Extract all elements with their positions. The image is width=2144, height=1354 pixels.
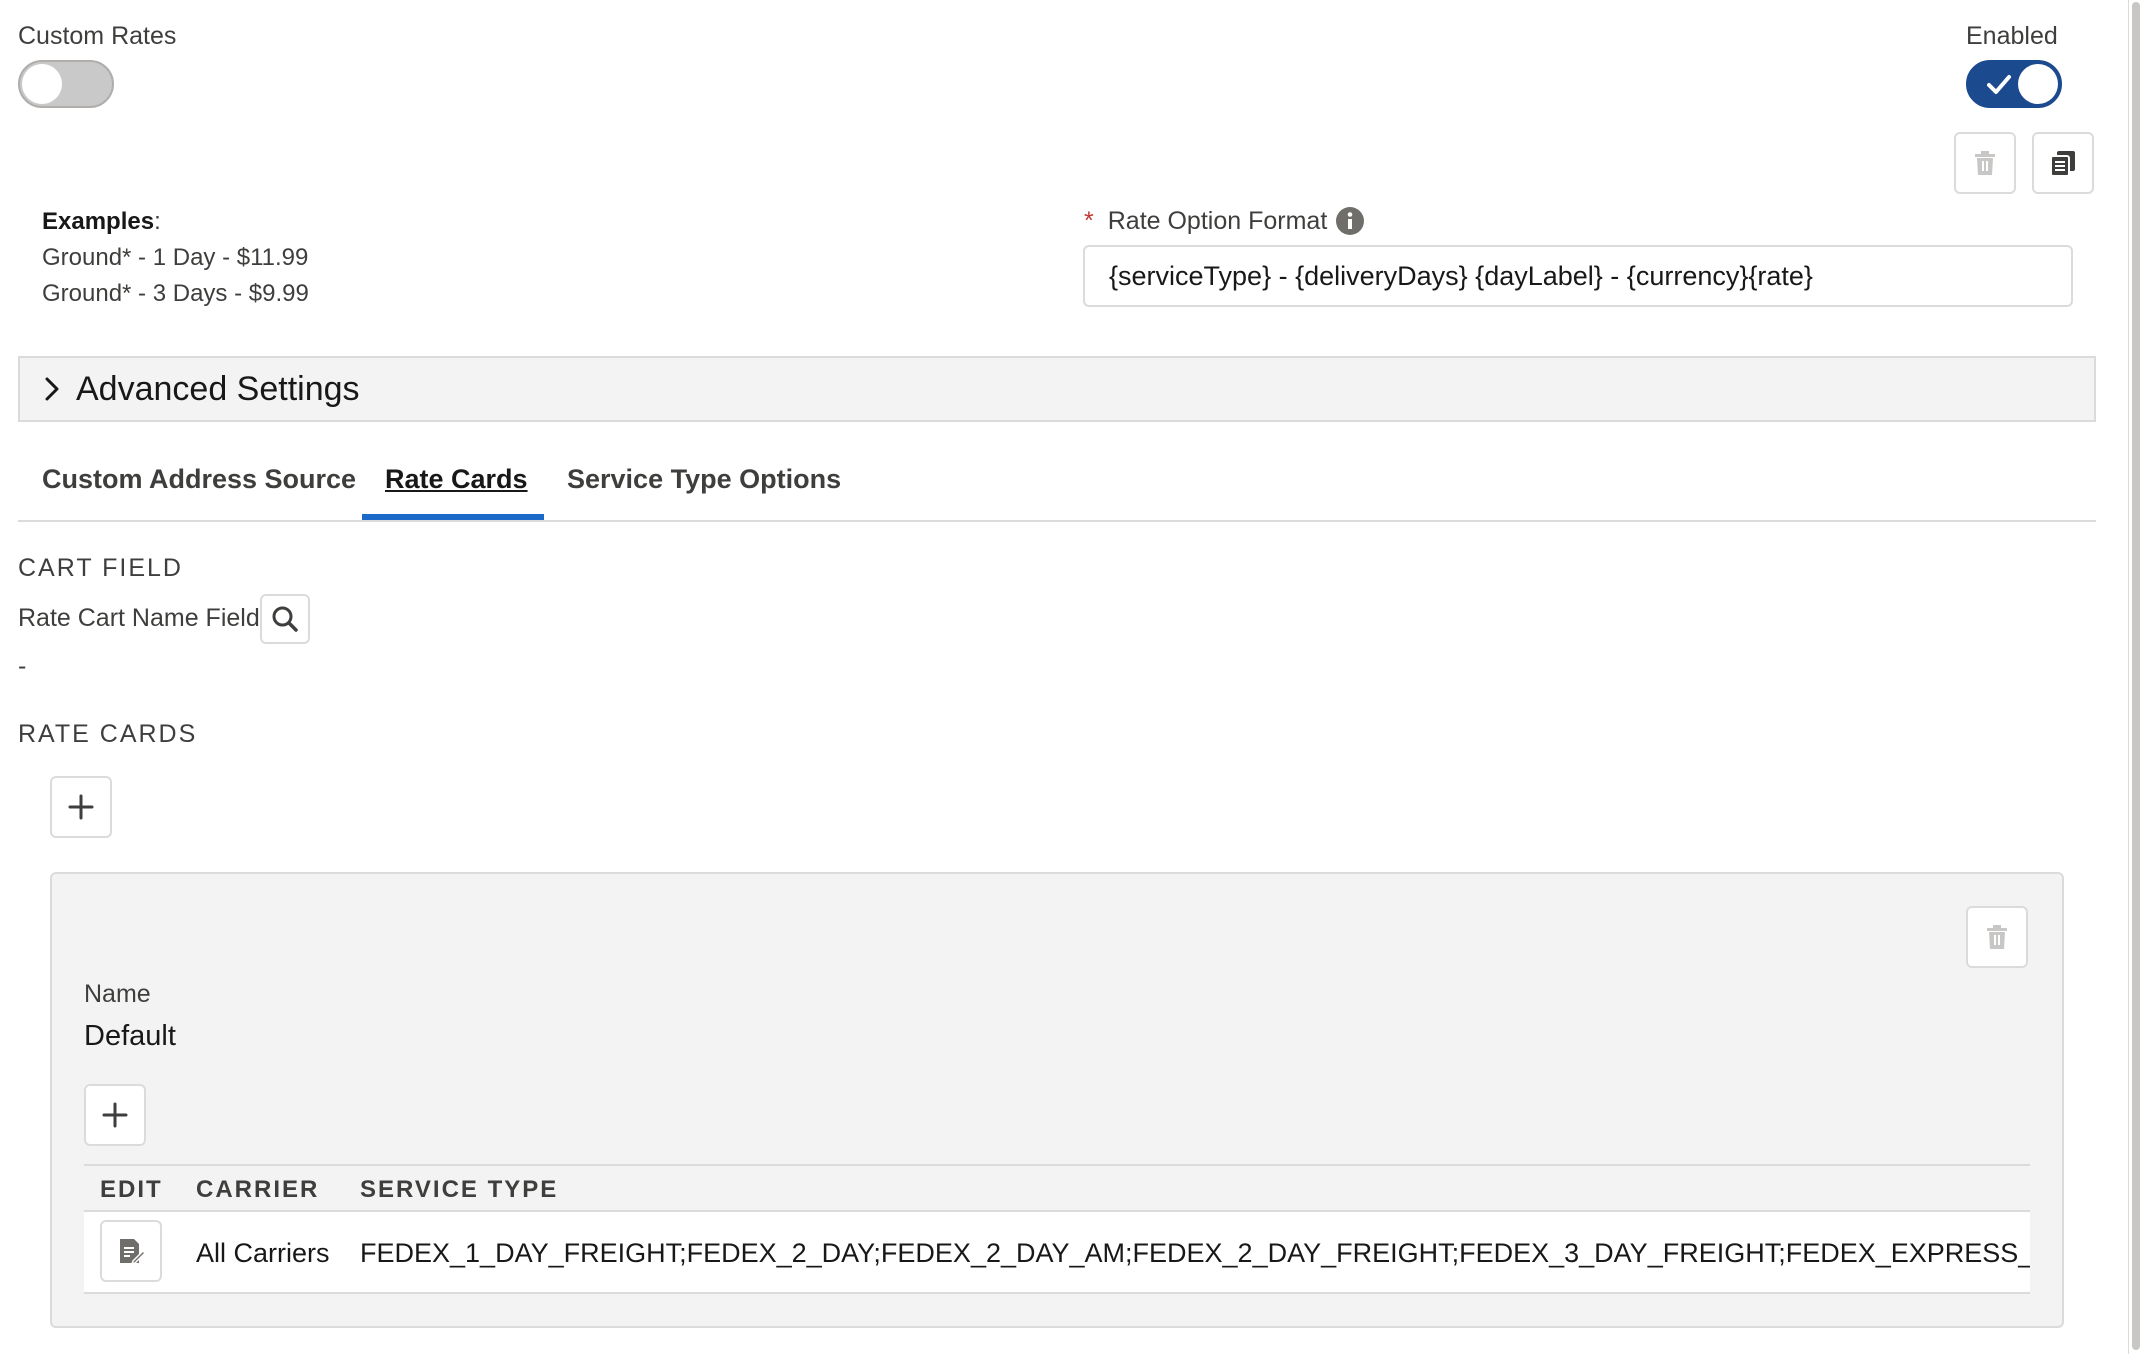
rate-cart-name-field-value: - bbox=[18, 652, 27, 680]
scrollbar-thumb[interactable] bbox=[2132, 2, 2140, 1350]
advanced-settings-accordion[interactable]: Advanced Settings bbox=[18, 356, 2096, 422]
required-marker: * bbox=[1084, 206, 1094, 235]
toggle-knob bbox=[2018, 64, 2058, 104]
plus-icon bbox=[102, 1102, 128, 1128]
delete-rate-card-button[interactable] bbox=[1966, 906, 2028, 968]
delete-button[interactable] bbox=[1954, 132, 2016, 194]
examples-colon: : bbox=[154, 208, 161, 235]
enabled-label: Enabled bbox=[1966, 22, 2058, 50]
enabled-toggle[interactable] bbox=[1966, 60, 2062, 108]
tab-custom-address-source[interactable]: Custom Address Source bbox=[42, 464, 356, 495]
rate-option-format-label-row: * Rate Option Format bbox=[1084, 206, 1365, 236]
examples-block: Examples: Ground* - 1 Day - $11.99 Groun… bbox=[42, 204, 309, 312]
column-header-edit: EDIT bbox=[100, 1176, 163, 1203]
tab-rate-cards[interactable]: Rate Cards bbox=[385, 464, 528, 495]
active-tab-indicator bbox=[362, 514, 544, 520]
copy-icon bbox=[2050, 151, 2075, 177]
tab-bar: Custom Address Source Rate Cards Service… bbox=[18, 450, 2096, 522]
table-row: All Carriers FEDEX_1_DAY_FREIGHT;FEDEX_2… bbox=[84, 1212, 2030, 1294]
rate-table-header: EDIT CARRIER SERVICE TYPE bbox=[84, 1164, 2030, 1212]
trash-icon bbox=[1975, 151, 1995, 175]
column-header-carrier: CARRIER bbox=[196, 1176, 320, 1203]
edit-row-button[interactable] bbox=[100, 1220, 162, 1282]
add-rate-row-button[interactable] bbox=[84, 1084, 146, 1146]
clone-button[interactable] bbox=[2032, 132, 2094, 194]
custom-rates-label: Custom Rates bbox=[18, 22, 177, 50]
rate-card-name-value: Default bbox=[84, 1020, 176, 1052]
cell-service-type: FEDEX_1_DAY_FREIGHT;FEDEX_2_DAY;FEDEX_2_… bbox=[360, 1238, 2030, 1268]
add-rate-card-button[interactable] bbox=[50, 776, 112, 838]
lookup-button[interactable] bbox=[260, 594, 310, 644]
rate-card-name-label: Name bbox=[84, 980, 151, 1008]
rate-cards-section-title: RATE CARDS bbox=[18, 720, 198, 748]
cell-carrier: All Carriers bbox=[196, 1238, 330, 1268]
chevron-right-icon bbox=[45, 377, 59, 401]
custom-rates-toggle[interactable] bbox=[18, 60, 114, 108]
rate-option-format-label: Rate Option Format bbox=[1107, 206, 1328, 235]
search-icon bbox=[272, 606, 298, 632]
tab-service-type-options[interactable]: Service Type Options bbox=[567, 464, 841, 495]
rate-cart-name-field-label: Rate Cart Name Field bbox=[18, 604, 260, 632]
rate-option-format-input[interactable]: {serviceType} - {deliveryDays} {dayLabel… bbox=[1083, 245, 2073, 307]
check-icon bbox=[1987, 75, 2011, 94]
trash-icon bbox=[1987, 925, 2007, 949]
examples-title: Examples bbox=[42, 208, 155, 235]
cart-field-section-title: CART FIELD bbox=[18, 554, 183, 582]
edit-icon bbox=[120, 1239, 146, 1266]
example-line: Ground* - 1 Day - $11.99 bbox=[42, 244, 309, 271]
example-line: Ground* - 3 Days - $9.99 bbox=[42, 280, 309, 307]
plus-icon bbox=[68, 794, 94, 820]
column-header-service-type: SERVICE TYPE bbox=[360, 1176, 559, 1203]
toggle-knob bbox=[22, 64, 62, 104]
info-icon[interactable] bbox=[1335, 206, 1365, 236]
advanced-settings-title: Advanced Settings bbox=[76, 369, 360, 408]
